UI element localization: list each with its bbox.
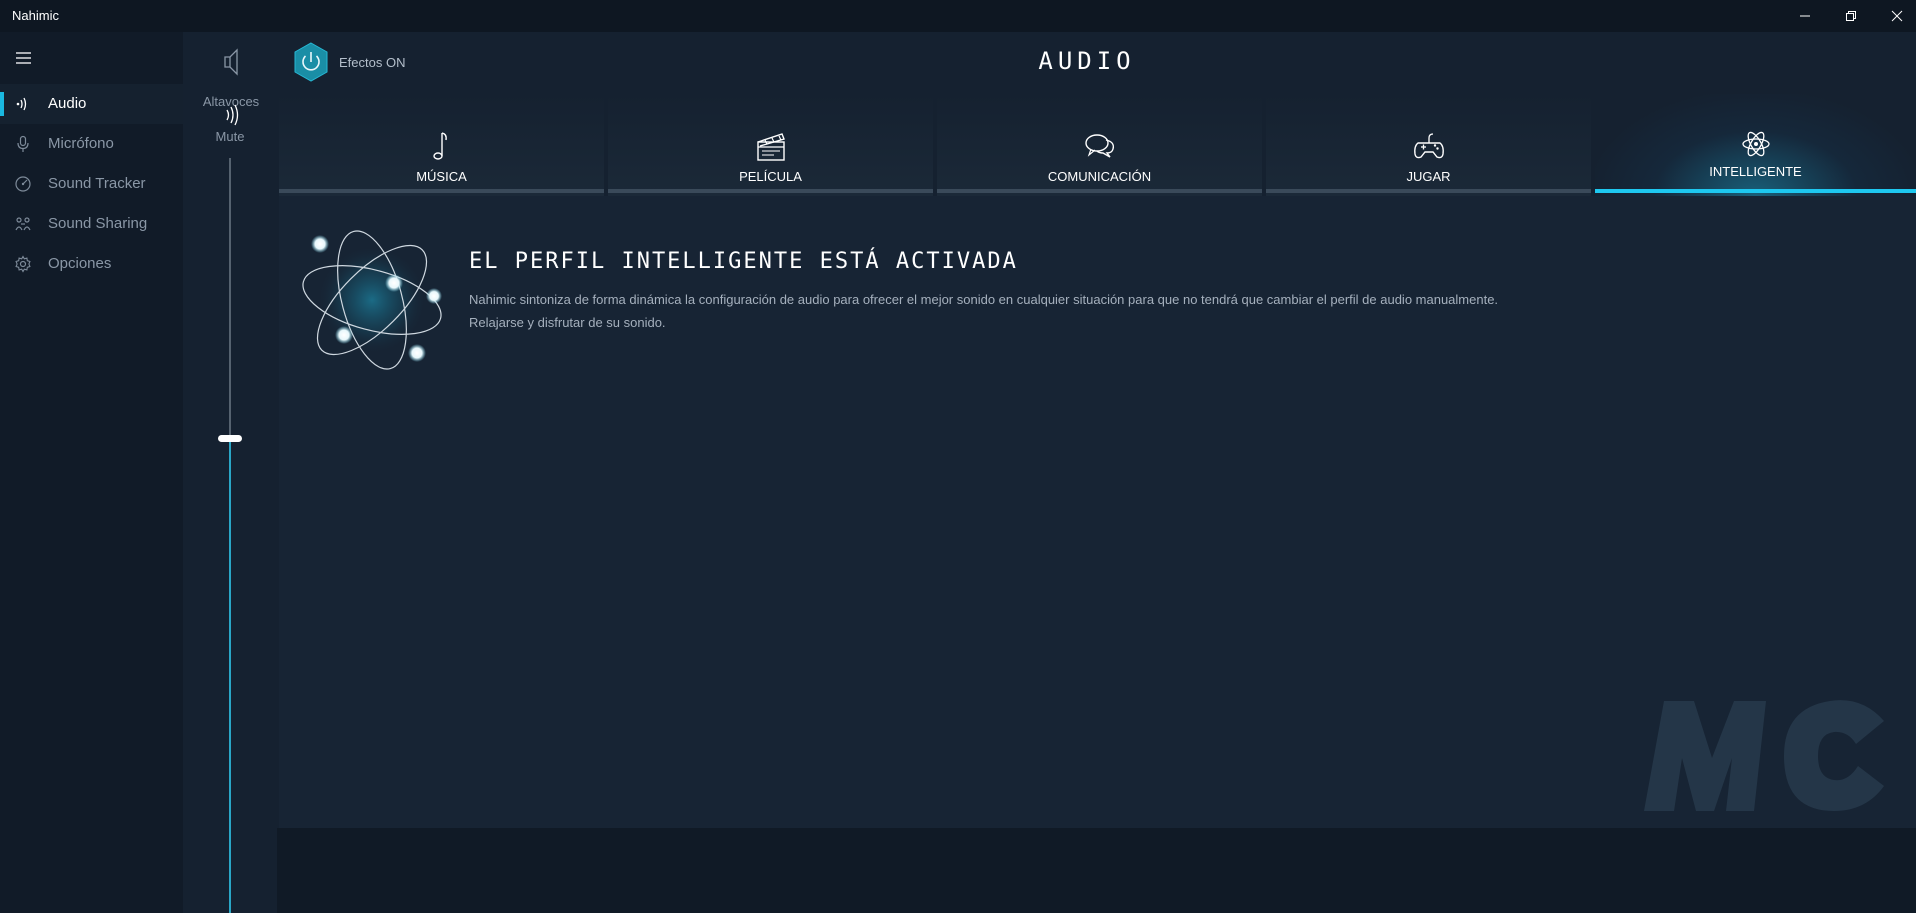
speaker-device-button[interactable]: Altavoces <box>203 44 259 109</box>
tab-label: INTELLIGENTE <box>1709 164 1802 179</box>
close-button[interactable] <box>1874 0 1916 32</box>
minimize-button[interactable] <box>1782 0 1828 32</box>
radar-icon <box>13 175 33 193</box>
sidebar-item-sound-tracker[interactable]: Sound Tracker <box>0 164 183 204</box>
atom-icon <box>1741 131 1770 157</box>
tab-underline <box>1266 189 1591 193</box>
tab-comunicacion[interactable]: COMUNICACIÓN <box>937 94 1262 196</box>
profile-description-line: Nahimic sintoniza de forma dinámica la c… <box>469 292 1499 307</box>
profile-description: Nahimic sintoniza de forma dinámica la c… <box>469 288 1869 334</box>
tab-musica[interactable]: MÚSICA <box>279 94 604 196</box>
share-icon <box>13 215 33 233</box>
mute-label: Mute <box>215 129 245 144</box>
tab-label: MÚSICA <box>416 169 467 184</box>
volume-slider-fill[interactable] <box>229 438 231 913</box>
music-note-icon <box>432 132 447 160</box>
hamburger-icon <box>16 52 31 64</box>
profile-content: EL PERFIL INTELLIGENTE ESTÁ ACTIVADA Nah… <box>279 196 1916 828</box>
mute-button[interactable]: Mute <box>200 104 260 144</box>
tab-underline <box>937 189 1262 193</box>
sidebar-item-label: Sound Sharing <box>48 215 148 232</box>
title-bar: Nahimic <box>0 0 1916 32</box>
gear-icon <box>13 255 33 273</box>
audio-waves-icon <box>13 95 33 113</box>
sidebar-item-sound-sharing[interactable]: Sound Sharing <box>0 204 183 244</box>
sidebar-item-microphone[interactable]: Micrófono <box>0 124 183 164</box>
sidebar-item-label: Audio <box>48 95 87 112</box>
menu-button[interactable] <box>14 50 34 66</box>
tab-intelligente[interactable]: INTELLIGENTE <box>1595 94 1916 196</box>
tab-underline <box>279 189 604 193</box>
sidebar-item-label: Opciones <box>48 255 112 272</box>
microphone-icon <box>13 135 33 153</box>
volume-slider-track[interactable] <box>229 158 231 438</box>
tab-label: COMUNICACIÓN <box>1047 169 1152 184</box>
tab-jugar[interactable]: JUGAR <box>1266 94 1591 196</box>
gamepad-icon <box>1413 133 1444 159</box>
effects-status-label: Efectos ON <box>339 55 406 70</box>
sidebar: Audio Micrófono Sound Tracker Sound Shar… <box>0 32 183 913</box>
sidebar-item-options[interactable]: Opciones <box>0 244 183 284</box>
page-title: AUDIO <box>1038 47 1136 75</box>
tab-underline-active <box>1595 189 1916 193</box>
bottom-bar <box>277 828 1916 913</box>
speaker-icon <box>224 48 238 76</box>
restore-button[interactable] <box>1828 0 1874 32</box>
watermark-logo <box>1644 700 1884 811</box>
minimize-icon <box>1800 15 1810 17</box>
tab-underline <box>608 189 933 193</box>
sidebar-item-label: Micrófono <box>48 135 114 152</box>
tab-label: JUGAR <box>1406 169 1451 184</box>
profile-description-line: Relajarse y disfrutar de su sonido. <box>469 315 666 330</box>
volume-panel: Altavoces Mute <box>183 32 277 913</box>
tab-label: PELÍCULA <box>739 169 802 184</box>
app-title: Nahimic <box>12 8 59 23</box>
power-icon <box>294 42 328 82</box>
volume-waves-icon <box>226 104 239 126</box>
clapperboard-icon <box>756 133 785 161</box>
profile-tabs: MÚSICA PELÍCULA COMUNICACIÓN JUGAR INTEL… <box>279 94 1916 196</box>
volume-slider-thumb[interactable] <box>218 435 242 442</box>
main-panel: Efectos ON AUDIO MÚSICA PELÍCULA COMUNIC… <box>277 32 1916 913</box>
sidebar-item-label: Sound Tracker <box>48 175 146 192</box>
atom-illustration-icon <box>302 230 442 370</box>
tab-pelicula[interactable]: PELÍCULA <box>608 94 933 196</box>
close-icon <box>1891 10 1903 22</box>
chat-bubbles-icon <box>1084 134 1114 158</box>
restore-icon <box>1846 11 1856 21</box>
active-indicator <box>0 92 4 116</box>
effects-toggle-button[interactable] <box>293 42 329 82</box>
sidebar-item-audio[interactable]: Audio <box>0 84 183 124</box>
profile-title: EL PERFIL INTELLIGENTE ESTÁ ACTIVADA <box>469 249 1018 274</box>
